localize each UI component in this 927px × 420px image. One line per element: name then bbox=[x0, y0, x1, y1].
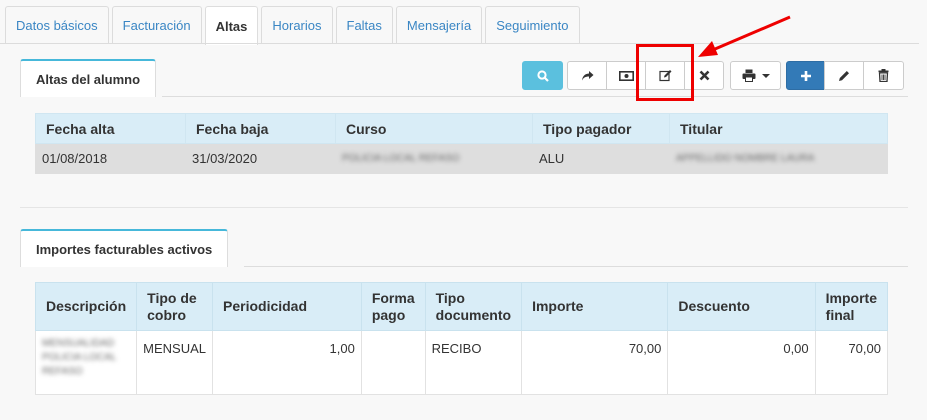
column-header[interactable]: Tipo documento bbox=[424, 282, 523, 331]
column-header[interactable]: Importe final bbox=[814, 282, 889, 331]
altas-section-tab[interactable]: Altas del alumno bbox=[20, 59, 157, 97]
importe-final-cell: 70,00 bbox=[814, 330, 889, 395]
column-header[interactable]: Curso bbox=[335, 113, 533, 144]
fecha-baja-cell: 31/03/2020 bbox=[185, 143, 336, 174]
table-header-row: Fecha alta Fecha baja Curso Tipo pagador… bbox=[35, 113, 888, 144]
trash-button[interactable] bbox=[863, 61, 904, 90]
plus-icon bbox=[800, 70, 811, 81]
column-header[interactable]: Forma pago bbox=[360, 282, 426, 331]
modify-button[interactable] bbox=[824, 61, 864, 90]
titular-cell: APPELLIDO NOMBRE LAURA bbox=[669, 143, 888, 174]
altas-table: Fecha alta Fecha baja Curso Tipo pagador… bbox=[35, 113, 888, 174]
importes-section-tab[interactable]: Importes facturables activos bbox=[20, 229, 229, 267]
tipo-cobro-cell: MENSUAL bbox=[136, 330, 213, 395]
print-icon bbox=[742, 69, 755, 82]
chevron-down-icon bbox=[761, 73, 770, 78]
forma-pago-cell bbox=[360, 330, 426, 395]
periodicidad-cell: 1,00 bbox=[212, 330, 362, 395]
column-header[interactable]: Titular bbox=[669, 113, 888, 144]
descripcion-value: MENSUALIDAD POLICIA LOCAL REFASO bbox=[42, 338, 117, 377]
trash-icon bbox=[878, 69, 889, 82]
table-header-row: Descripción Tipo de cobro Periodicidad Fo… bbox=[34, 282, 889, 331]
importe-cell: 70,00 bbox=[521, 330, 669, 395]
top-tabs: Datos básicos Facturación Altas Horarios… bbox=[5, 6, 583, 45]
tab-altas[interactable]: Altas bbox=[204, 6, 259, 45]
column-header[interactable]: Descripción bbox=[34, 282, 138, 331]
column-header[interactable]: Periodicidad bbox=[212, 282, 362, 331]
tab-mensajeria[interactable]: Mensajería bbox=[395, 6, 483, 44]
pencil-icon bbox=[839, 70, 849, 81]
descuento-cell: 0,00 bbox=[667, 330, 816, 395]
column-header[interactable]: Descuento bbox=[667, 282, 816, 331]
tab-facturacion[interactable]: Facturación bbox=[111, 6, 202, 44]
tipo-pagador-cell: ALU bbox=[532, 143, 670, 174]
share-icon bbox=[581, 70, 593, 80]
column-header[interactable]: Tipo pagador bbox=[532, 113, 670, 144]
tab-datos-basicos[interactable]: Datos básicos bbox=[5, 6, 109, 44]
column-header[interactable]: Importe bbox=[521, 282, 669, 331]
money-icon bbox=[618, 70, 634, 81]
titular-value: APPELLIDO NOMBRE LAURA bbox=[676, 153, 815, 164]
importes-section-line bbox=[244, 266, 908, 267]
section-divider bbox=[20, 207, 908, 208]
descripcion-cell: MENSUALIDAD POLICIA LOCAL REFASO bbox=[34, 330, 138, 395]
search-icon bbox=[536, 69, 549, 82]
altas-section-line bbox=[162, 96, 908, 97]
column-header[interactable]: Fecha baja bbox=[185, 113, 336, 144]
column-header[interactable]: Tipo de cobro bbox=[136, 282, 213, 331]
column-header[interactable]: Fecha alta bbox=[35, 113, 186, 144]
share-button[interactable] bbox=[567, 61, 607, 90]
highlight-box bbox=[636, 44, 694, 101]
red-arrow-icon bbox=[698, 15, 791, 57]
table-row[interactable]: 01/08/2018 31/03/2020 POLICIA LOCAL REFA… bbox=[35, 143, 888, 174]
close-icon bbox=[699, 70, 709, 81]
tipo-documento-cell: RECIBO bbox=[424, 330, 523, 395]
print-dropdown-button[interactable] bbox=[730, 61, 781, 90]
tab-seguimiento[interactable]: Seguimiento bbox=[485, 6, 580, 44]
table-row[interactable]: MENSUALIDAD POLICIA LOCAL REFASO MENSUAL… bbox=[34, 330, 889, 395]
importes-table: Descripción Tipo de cobro Periodicidad Fo… bbox=[34, 282, 889, 395]
fecha-alta-cell: 01/08/2018 bbox=[35, 143, 186, 174]
tab-faltas[interactable]: Faltas bbox=[335, 6, 393, 44]
curso-value: POLICIA LOCAL REFASO bbox=[342, 153, 460, 164]
curso-cell: POLICIA LOCAL REFASO bbox=[335, 143, 533, 174]
search-button[interactable] bbox=[522, 61, 563, 90]
add-button[interactable] bbox=[786, 61, 825, 90]
tab-horarios[interactable]: Horarios bbox=[261, 6, 333, 44]
